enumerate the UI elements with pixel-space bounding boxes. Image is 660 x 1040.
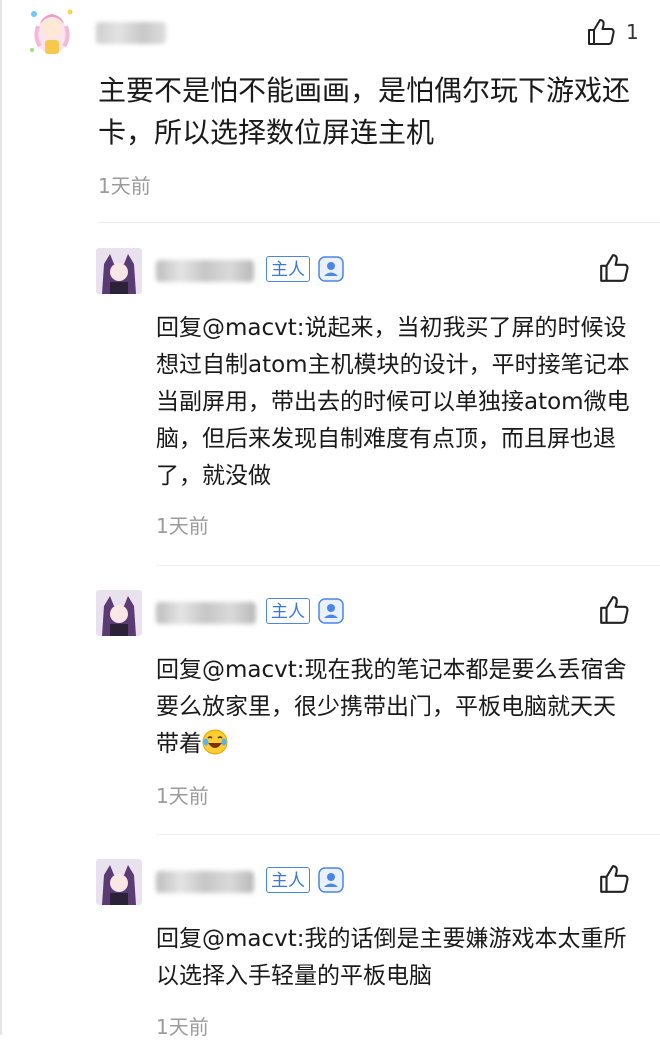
reply-time: 1天前 [156,1015,209,1039]
top-commenter-name-blurred [96,22,166,44]
verified-user-icon [318,867,344,893]
reply-time: 1天前 [156,784,209,808]
thumbs-up-icon [600,254,629,282]
reply-text: 回复@macvt:我的话倒是主要嫌游戏本太重所以选择入手轻量的平板电脑 [156,926,627,989]
owner-badge: 主人 [266,867,310,893]
owner-badge: 主人 [266,598,310,624]
reply-avatar[interactable] [96,248,142,294]
reply-like-button[interactable] [598,594,630,626]
top-like-button[interactable]: 1 [586,16,639,48]
divider [156,834,660,835]
reply-time: 1天前 [156,514,209,538]
top-commenter-avatar[interactable] [28,6,76,58]
reply-author-name-blurred [156,871,254,893]
reply-like-button[interactable] [598,252,630,284]
like-count: 1 [626,20,639,44]
reply-like-button[interactable] [598,863,630,895]
thumbs-up-icon [600,865,629,893]
reply-avatar[interactable] [96,859,142,905]
divider [156,565,660,566]
reply-text: 回复@macvt:说起来，当初我买了屏的时候设想过自制atom主机模块的设计，平… [156,315,630,489]
reply-text-block: 回复@macvt:现在我的笔记本都是要么丢宿舍要么放家里，很少携带出门，平板电脑… [156,652,636,763]
reply-avatar[interactable] [96,590,142,636]
divider [98,222,660,223]
verified-user-icon [318,256,344,282]
thumbs-up-icon [600,596,629,624]
laughing-tears-emoji-icon [202,729,228,755]
reply-author-name-blurred [156,602,256,624]
owner-badge: 主人 [266,256,310,282]
verified-user-icon [318,598,344,624]
thumbs-up-icon [588,19,615,45]
reply-author-name-blurred [156,260,254,282]
top-comment-time: 1天前 [98,174,151,198]
top-comment-text: 主要不是怕不能画画，是怕偶尔玩下游戏还卡，所以选择数位屏连主机 [98,74,631,149]
left-border [0,0,2,1035]
